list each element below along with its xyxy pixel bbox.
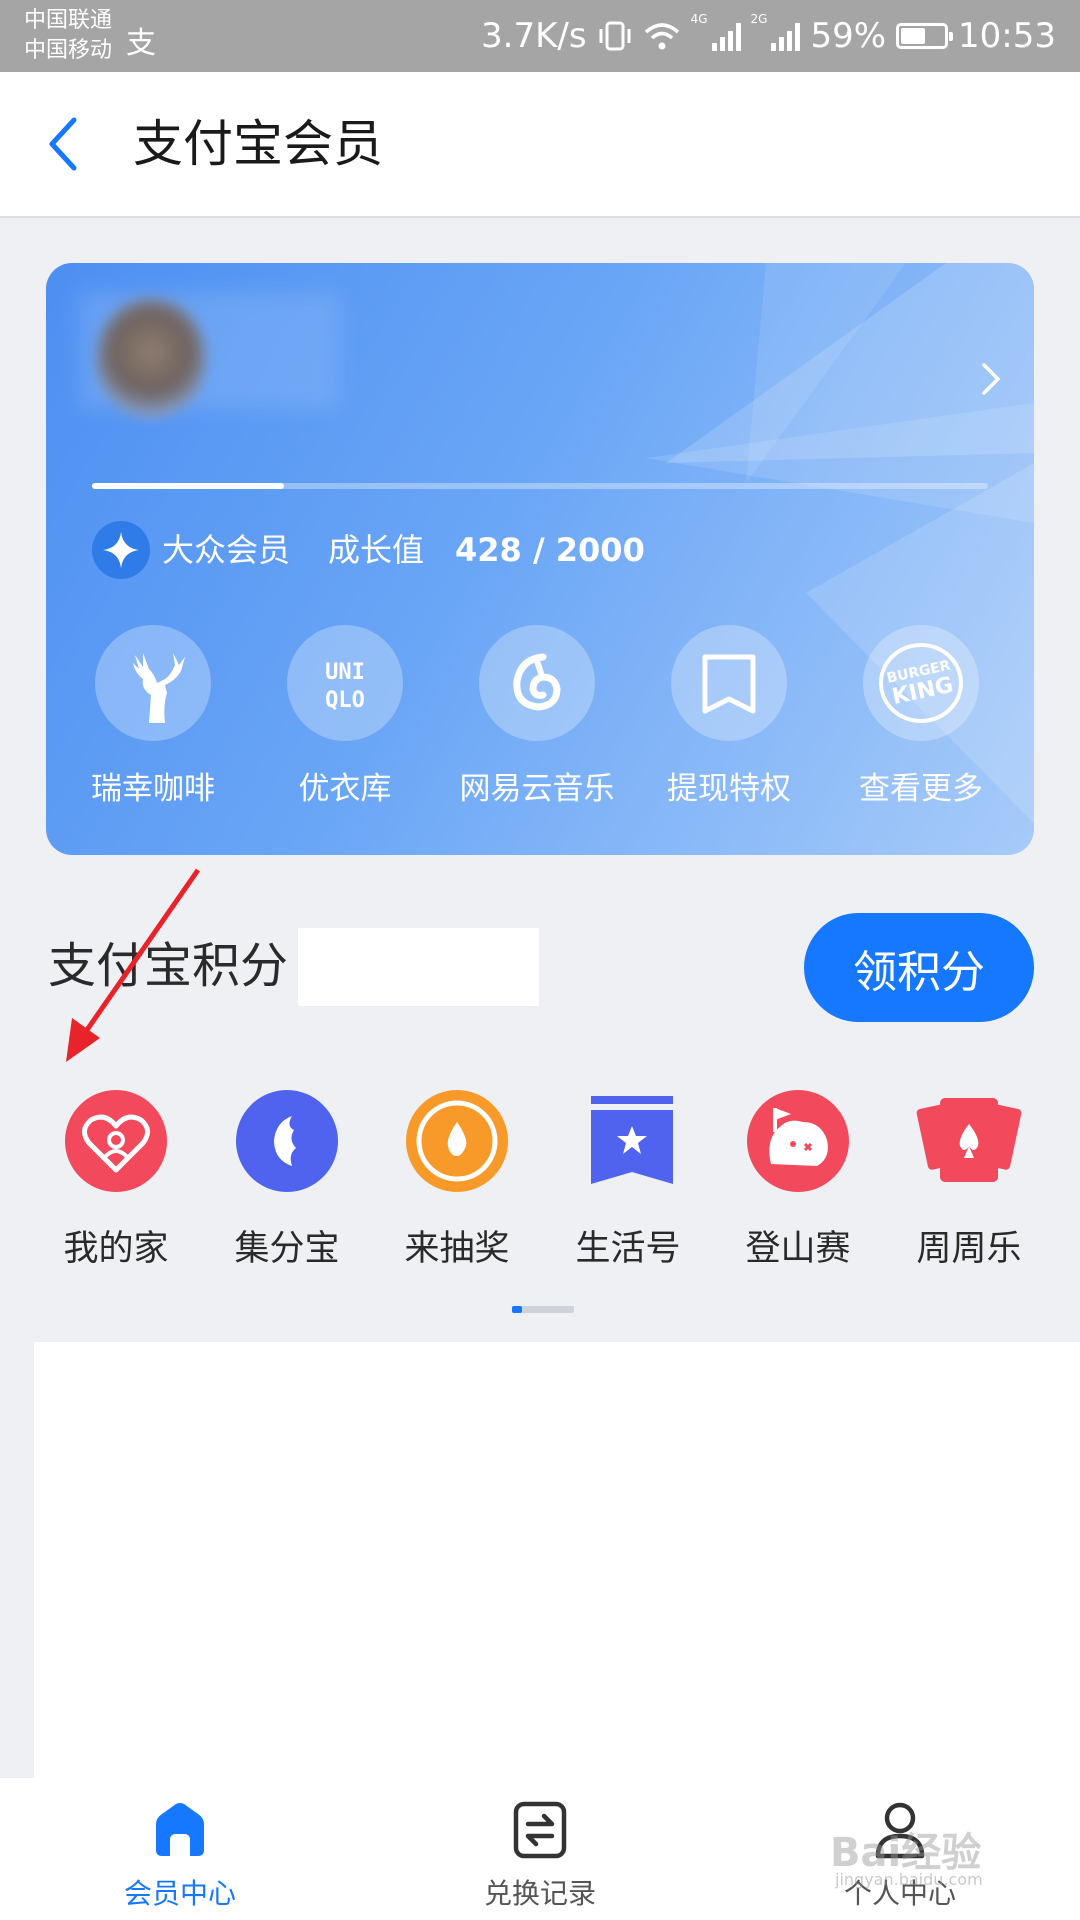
service-my-home[interactable]: 我的家 bbox=[31, 1088, 201, 1271]
service-weekly-fun[interactable]: 周周乐 bbox=[884, 1088, 1054, 1271]
service-life-account[interactable]: 生活号 bbox=[543, 1088, 713, 1271]
benefit-label: 优衣库 bbox=[298, 771, 392, 807]
status-indicators: 3.7K/s 4G 2G 59% 10:53 bbox=[481, 12, 1056, 60]
avatar[interactable] bbox=[96, 298, 206, 418]
home-icon bbox=[150, 1800, 210, 1860]
network-speed: 3.7K/s bbox=[481, 16, 587, 56]
service-label: 周周乐 bbox=[916, 1229, 1022, 1269]
benefit-label: 查看更多 bbox=[859, 771, 983, 807]
member-level-icon bbox=[92, 521, 150, 579]
wifi-icon bbox=[644, 23, 679, 50]
service-label: 来抽奖 bbox=[404, 1229, 510, 1269]
growth-value: 428 / 2000 bbox=[455, 531, 645, 569]
service-mountain-race[interactable]: 登山赛 bbox=[713, 1088, 883, 1271]
family-heart-icon bbox=[63, 1088, 169, 1194]
app-header: 支付宝会员 bbox=[0, 72, 1080, 218]
bookmark-icon bbox=[671, 625, 787, 741]
svg-text:QLO: QLO bbox=[325, 688, 365, 713]
page-title: 支付宝会员 bbox=[133, 115, 383, 173]
weekly-cards-icon bbox=[916, 1088, 1022, 1194]
svg-text:UNI: UNI bbox=[325, 660, 365, 685]
benefit-view-more[interactable]: BURGER KING 查看更多 bbox=[826, 625, 1016, 808]
service-label: 生活号 bbox=[575, 1229, 681, 1269]
life-account-icon bbox=[575, 1088, 681, 1194]
growth-progress-fill bbox=[92, 483, 284, 489]
uniqlo-logo-icon: UNI QLO bbox=[287, 625, 403, 741]
mountain-race-icon bbox=[745, 1088, 851, 1194]
growth-label: 成长值 bbox=[328, 531, 425, 569]
battery-icon bbox=[896, 23, 954, 49]
network-type-2g: 2G bbox=[750, 12, 768, 26]
service-label: 登山赛 bbox=[745, 1229, 851, 1269]
tab-exchange-record[interactable]: 兑换记录 bbox=[420, 1800, 660, 1912]
battery-percent: 59% bbox=[810, 16, 887, 56]
back-button[interactable] bbox=[40, 112, 100, 176]
benefit-label: 提现特权 bbox=[667, 771, 791, 807]
service-label: 集分宝 bbox=[234, 1229, 340, 1269]
tab-label: 会员中心 bbox=[123, 1877, 236, 1910]
signal-icon bbox=[711, 21, 741, 51]
luckin-deer-icon bbox=[95, 625, 211, 741]
redacted-points-value bbox=[298, 928, 539, 1006]
service-jifenbao[interactable]: 集分宝 bbox=[202, 1088, 372, 1271]
burger-king-icon: BURGER KING bbox=[863, 625, 979, 741]
status-bar: 中国联通 中国移动 支 3.7K/s 4G 2G 59% 10:53 bbox=[0, 0, 1080, 72]
signal-icon bbox=[771, 21, 801, 51]
jifenbao-icon bbox=[234, 1088, 340, 1194]
battery-level bbox=[901, 28, 925, 44]
benefit-label: 网易云音乐 bbox=[459, 771, 615, 807]
benefit-label: 瑞幸咖啡 bbox=[91, 771, 215, 807]
benefit-netease-music[interactable]: 网易云音乐 bbox=[442, 625, 632, 808]
service-label: 我的家 bbox=[63, 1229, 169, 1269]
chevron-right-icon[interactable] bbox=[976, 359, 1006, 399]
watermark-url: jingyan.baidu.com bbox=[835, 1870, 983, 1889]
content-panel bbox=[34, 1342, 1080, 1778]
exchange-record-icon bbox=[510, 1800, 570, 1860]
tab-label: 兑换记录 bbox=[483, 1877, 596, 1910]
vibrate-icon bbox=[599, 21, 631, 51]
page-indicator-active bbox=[512, 1306, 522, 1313]
network-type-4g: 4G bbox=[690, 12, 708, 26]
alipay-icon: 支 bbox=[126, 26, 156, 61]
member-card[interactable]: 大众会员 成长值 428 / 2000 瑞幸咖啡 UNI QLO 优衣库 网易云… bbox=[46, 263, 1034, 855]
clock: 10:53 bbox=[958, 16, 1056, 56]
member-level-label: 大众会员 bbox=[162, 531, 291, 569]
lottery-icon bbox=[404, 1088, 510, 1194]
benefit-uniqlo[interactable]: UNI QLO 优衣库 bbox=[250, 625, 440, 808]
earn-points-button[interactable]: 领积分 bbox=[804, 913, 1034, 1022]
chevron-left-icon bbox=[49, 117, 77, 171]
netease-music-icon bbox=[479, 625, 595, 741]
benefit-withdraw-privilege[interactable]: 提现特权 bbox=[634, 625, 824, 808]
benefit-luckin[interactable]: 瑞幸咖啡 bbox=[58, 625, 248, 808]
tab-member-center[interactable]: 会员中心 bbox=[60, 1800, 300, 1912]
points-title: 支付宝积分 bbox=[48, 938, 289, 994]
carrier-label: 中国联通 bbox=[24, 8, 113, 33]
service-lottery[interactable]: 来抽奖 bbox=[372, 1088, 542, 1271]
carrier-label: 中国移动 bbox=[24, 38, 113, 63]
